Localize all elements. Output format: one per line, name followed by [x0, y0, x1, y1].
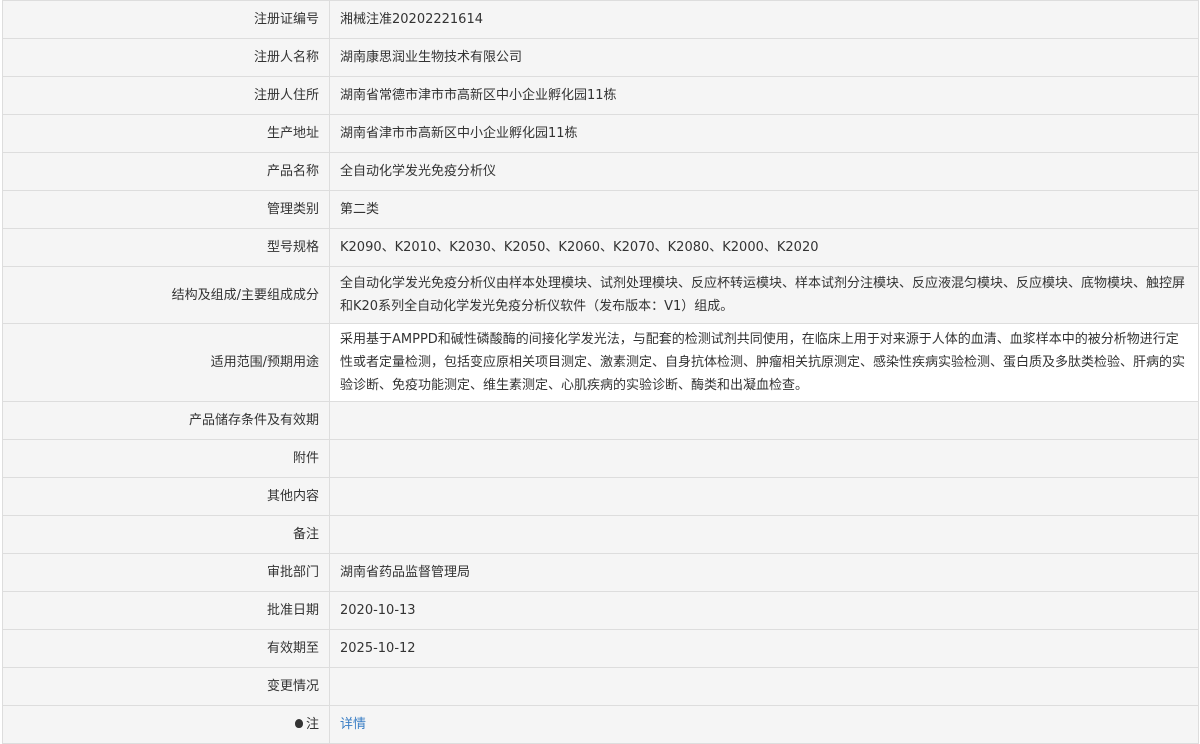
- row-approval-date: 批准日期 2020-10-13: [2, 591, 1199, 630]
- row-label: 注册人住所: [2, 76, 330, 115]
- row-label: 注册人名称: [2, 38, 330, 77]
- row-label: 产品名称: [2, 152, 330, 191]
- row-approval-department: 审批部门 湖南省药品监督管理局: [2, 553, 1199, 592]
- note-label: 注: [305, 717, 319, 732]
- row-value: 第二类: [329, 190, 1199, 229]
- row-label: 其他内容: [2, 477, 330, 516]
- note-value-cell: 详情: [329, 705, 1199, 744]
- row-management-category: 管理类别 第二类: [2, 190, 1199, 229]
- row-label: 批准日期: [2, 591, 330, 630]
- note-label-cell: 注: [2, 705, 330, 744]
- row-value: 湖南省常德市津市市高新区中小企业孵化园11栋: [329, 76, 1199, 115]
- row-label: 生产地址: [2, 114, 330, 153]
- row-production-address: 生产地址 湖南省津市市高新区中小企业孵化园11栋: [2, 114, 1199, 153]
- row-label: 备注: [2, 515, 330, 554]
- row-label: 型号规格: [2, 228, 330, 267]
- row-label: 有效期至: [2, 629, 330, 668]
- row-value: 2020-10-13: [329, 591, 1199, 630]
- row-registrant-name: 注册人名称 湖南康思润业生物技术有限公司: [2, 38, 1199, 77]
- row-label: 结构及组成/主要组成成分: [2, 266, 330, 324]
- row-change-history: 变更情况: [2, 667, 1199, 706]
- row-registration-number: 注册证编号 湘械注准20202221614: [2, 0, 1199, 39]
- row-value: 湖南康思润业生物技术有限公司: [329, 38, 1199, 77]
- row-storage-conditions: 产品储存条件及有效期: [2, 401, 1199, 440]
- row-label: 变更情况: [2, 667, 330, 706]
- row-value: 全自动化学发光免疫分析仪: [329, 152, 1199, 191]
- row-value: [329, 401, 1199, 440]
- row-value: 采用基于AMPPD和碱性磷酸酶的间接化学发光法，与配套的检测试剂共同使用，在临床…: [329, 323, 1199, 402]
- details-link[interactable]: 详情: [340, 717, 366, 732]
- row-value: K2090、K2010、K2030、K2050、K2060、K2070、K208…: [329, 228, 1199, 267]
- row-value: 全自动化学发光免疫分析仪由样本处理模块、试剂处理模块、反应杯转运模块、样本试剂分…: [329, 266, 1199, 324]
- row-label: 审批部门: [2, 553, 330, 592]
- row-valid-until: 有效期至 2025-10-12: [2, 629, 1199, 668]
- row-model-spec: 型号规格 K2090、K2010、K2030、K2050、K2060、K2070…: [2, 228, 1199, 267]
- row-value: 2025-10-12: [329, 629, 1199, 668]
- row-value: [329, 439, 1199, 478]
- row-intended-use: 适用范围/预期用途 采用基于AMPPD和碱性磷酸酶的间接化学发光法，与配套的检测…: [2, 323, 1199, 402]
- row-label: 产品储存条件及有效期: [2, 401, 330, 440]
- row-value: 湖南省药品监督管理局: [329, 553, 1199, 592]
- row-value: [329, 667, 1199, 706]
- row-structure-composition: 结构及组成/主要组成成分 全自动化学发光免疫分析仪由样本处理模块、试剂处理模块、…: [2, 266, 1199, 324]
- row-value: 湘械注准20202221614: [329, 0, 1199, 39]
- row-product-name: 产品名称 全自动化学发光免疫分析仪: [2, 152, 1199, 191]
- row-value: [329, 515, 1199, 554]
- row-note: 注 详情: [2, 705, 1199, 744]
- bulb-icon: [294, 719, 303, 728]
- row-value: 湖南省津市市高新区中小企业孵化园11栋: [329, 114, 1199, 153]
- row-other-content: 其他内容: [2, 477, 1199, 516]
- row-label: 注册证编号: [2, 0, 330, 39]
- row-value: [329, 477, 1199, 516]
- row-remarks: 备注: [2, 515, 1199, 554]
- registration-detail-table: 注册证编号 湘械注准20202221614 注册人名称 湖南康思润业生物技术有限…: [2, 0, 1199, 744]
- row-label: 附件: [2, 439, 330, 478]
- row-label: 管理类别: [2, 190, 330, 229]
- row-registrant-address: 注册人住所 湖南省常德市津市市高新区中小企业孵化园11栋: [2, 76, 1199, 115]
- row-attachments: 附件: [2, 439, 1199, 478]
- row-label: 适用范围/预期用途: [2, 323, 330, 402]
